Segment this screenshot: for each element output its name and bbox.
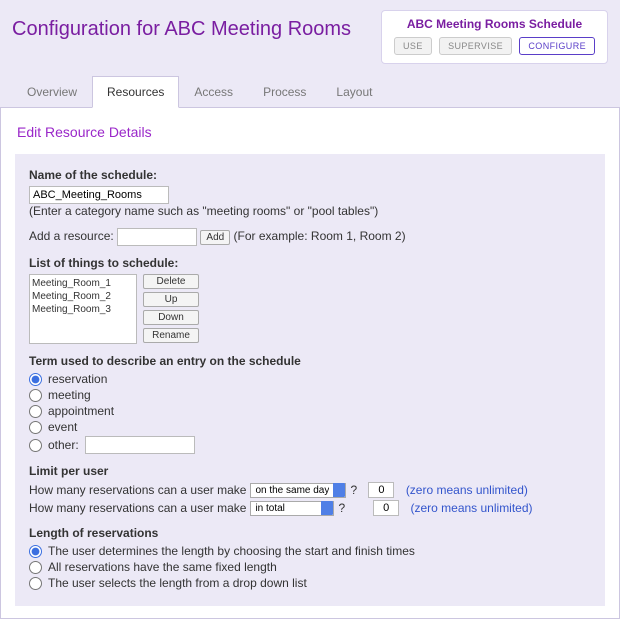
length-opt3: The user selects the length from a drop … [48,576,307,590]
add-resource-hint: (For example: Room 1, Room 2) [234,229,406,243]
limit-q1-prefix: How many reservations can a user make [29,483,246,497]
schedule-name-input[interactable] [29,186,169,204]
rename-button[interactable]: Rename [143,328,199,343]
length-radio-3[interactable] [29,577,42,590]
page-title: Configuration for ABC Meeting Rooms [12,18,351,41]
limit-note-2: (zero means unlimited) [410,501,532,515]
down-button[interactable]: Down [143,310,199,325]
list-item[interactable]: Meeting_Room_1 [32,277,134,290]
limit-value-2[interactable] [373,500,399,516]
up-button[interactable]: Up [143,292,199,307]
term-radio-meeting[interactable] [29,389,42,402]
schedule-box: ABC Meeting Rooms Schedule USE SUPERVISE… [381,10,608,64]
term-other: other: [48,438,79,452]
length-opt2: All reservations have the same fixed len… [48,560,277,574]
limit-value-1[interactable] [368,482,394,498]
term-appointment: appointment [48,404,114,418]
limit-select-1[interactable]: on the same day [250,483,346,498]
add-resource-button[interactable]: Add [200,230,230,245]
tab-access[interactable]: Access [179,76,248,108]
length-opt1: The user determines the length by choosi… [48,544,415,558]
term-label: Term used to describe an entry on the sc… [29,354,591,368]
limit-label: Limit per user [29,464,591,478]
limit-q1-suffix: ? [350,483,357,497]
delete-button[interactable]: Delete [143,274,199,289]
term-reservation: reservation [48,372,107,386]
schedule-name-label: Name of the schedule: [29,168,591,182]
resource-listbox[interactable]: Meeting_Room_1 Meeting_Room_2 Meeting_Ro… [29,274,137,344]
term-meeting: meeting [48,388,91,402]
schedule-name-hint: (Enter a category name such as "meeting … [29,204,591,218]
form-area: Name of the schedule: (Enter a category … [15,154,605,606]
tab-layout[interactable]: Layout [321,76,387,108]
length-radio-2[interactable] [29,561,42,574]
add-resource-label: Add a resource: [29,229,114,243]
section-heading: Edit Resource Details [17,124,605,140]
term-radio-reservation[interactable] [29,373,42,386]
resource-list-label: List of things to schedule: [29,256,591,270]
limit-select-2[interactable]: in total [250,501,334,516]
tab-resources[interactable]: Resources [92,76,179,108]
length-label: Length of reservations [29,526,591,540]
tab-overview[interactable]: Overview [12,76,92,108]
term-radio-appointment[interactable] [29,405,42,418]
limit-note-1: (zero means unlimited) [406,483,528,497]
list-item[interactable]: Meeting_Room_3 [32,303,134,316]
supervise-button[interactable]: SUPERVISE [439,37,512,55]
term-event: event [48,420,77,434]
panel: Edit Resource Details Name of the schedu… [0,108,620,619]
limit-q2-prefix: How many reservations can a user make [29,501,246,515]
term-radio-event[interactable] [29,421,42,434]
length-radio-1[interactable] [29,545,42,558]
use-button[interactable]: USE [394,37,432,55]
term-other-input[interactable] [85,436,195,454]
term-radio-other[interactable] [29,439,42,452]
add-resource-row: Add a resource: Add (For example: Room 1… [29,228,591,246]
configure-button[interactable]: CONFIGURE [519,37,595,55]
list-item[interactable]: Meeting_Room_2 [32,290,134,303]
tab-process[interactable]: Process [248,76,321,108]
add-resource-input[interactable] [117,228,197,246]
schedule-box-title: ABC Meeting Rooms Schedule [392,17,597,31]
tabs: Overview Resources Access Process Layout [0,76,620,108]
limit-q2-suffix: ? [338,501,345,515]
